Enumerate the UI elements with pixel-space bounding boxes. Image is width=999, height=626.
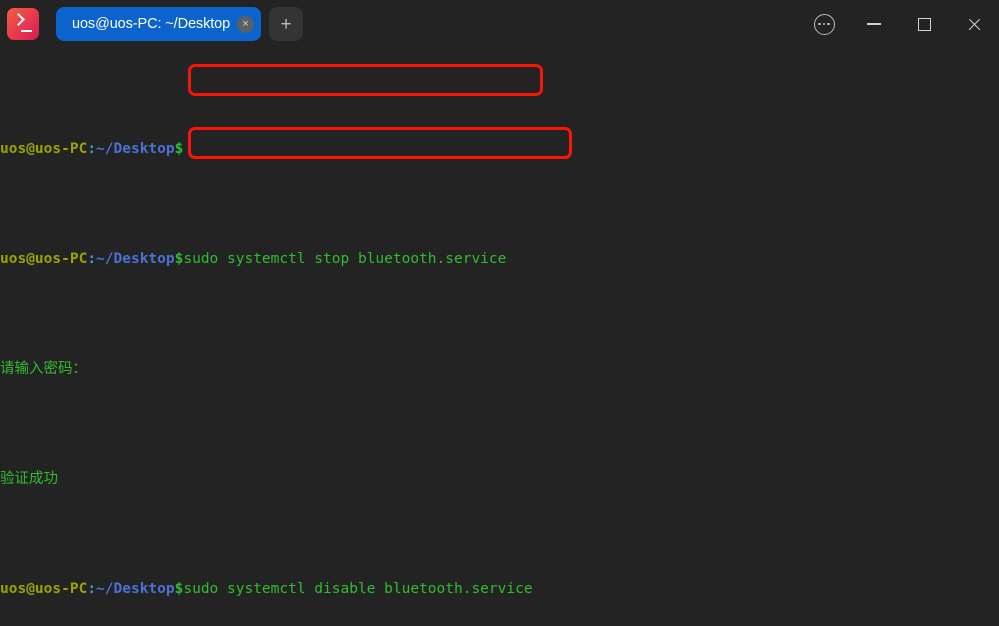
prompt-colon: :	[87, 141, 97, 157]
auth-success-text: 验证成功	[0, 471, 58, 487]
prompt-path: ~/Desktop	[96, 581, 175, 597]
terminal-window: uos@uos-PC: ~/Desktop × + uos@uos-PC:~/D…	[0, 0, 999, 626]
window-controls	[799, 0, 999, 48]
prompt-colon: :	[87, 251, 97, 267]
close-icon	[967, 17, 982, 32]
tab-terminal-session[interactable]: uos@uos-PC: ~/Desktop ×	[56, 7, 262, 41]
prompt-colon: :	[87, 581, 97, 597]
tab-close-icon[interactable]: ×	[237, 15, 255, 33]
menu-button[interactable]	[799, 0, 849, 48]
command-stop-bluetooth: sudo systemctl stop bluetooth.service	[183, 251, 507, 267]
prompt-underscore-icon	[21, 29, 32, 32]
terminal-body[interactable]: uos@uos-PC:~/Desktop$ uos@uos-PC:~/Deskt…	[0, 48, 999, 626]
tab-label: uos@uos-PC: ~/Desktop	[72, 16, 231, 32]
prompt-user-host: uos@uos-PC	[0, 581, 88, 597]
titlebar: uos@uos-PC: ~/Desktop × +	[0, 0, 999, 48]
new-tab-button[interactable]: +	[269, 7, 304, 41]
password-prompt-text: 请输入密码：	[0, 361, 87, 377]
terminal-app-icon	[7, 8, 39, 40]
terminal-line: uos@uos-PC:~/Desktop$sudo systemctl disa…	[0, 578, 999, 600]
prompt-user-host: uos@uos-PC	[0, 141, 88, 157]
minimize-button[interactable]	[849, 0, 899, 48]
close-button[interactable]	[949, 0, 999, 48]
maximize-button[interactable]	[899, 0, 949, 48]
terminal-line: uos@uos-PC:~/Desktop$sudo systemctl stop…	[0, 248, 999, 270]
prompt-chevron-icon	[12, 13, 25, 26]
tab-strip: uos@uos-PC: ~/Desktop × +	[56, 7, 304, 41]
terminal-line: 验证成功	[0, 468, 999, 490]
terminal-line: 请输入密码：	[0, 358, 999, 380]
ellipsis-icon	[813, 13, 835, 35]
prompt-path: ~/Desktop	[96, 251, 175, 267]
highlight-box-command-stop	[188, 64, 543, 96]
terminal-output-area: uos@uos-PC:~/Desktop$ uos@uos-PC:~/Deskt…	[0, 50, 999, 626]
prompt-path: ~/Desktop	[96, 141, 175, 157]
prompt-user-host: uos@uos-PC	[0, 251, 88, 267]
minimize-icon	[867, 23, 881, 25]
command-disable-bluetooth: sudo systemctl disable bluetooth.service	[183, 581, 533, 597]
terminal-line: uos@uos-PC:~/Desktop$	[0, 138, 999, 160]
prompt-dollar: $	[174, 141, 184, 157]
maximize-icon	[917, 17, 931, 31]
